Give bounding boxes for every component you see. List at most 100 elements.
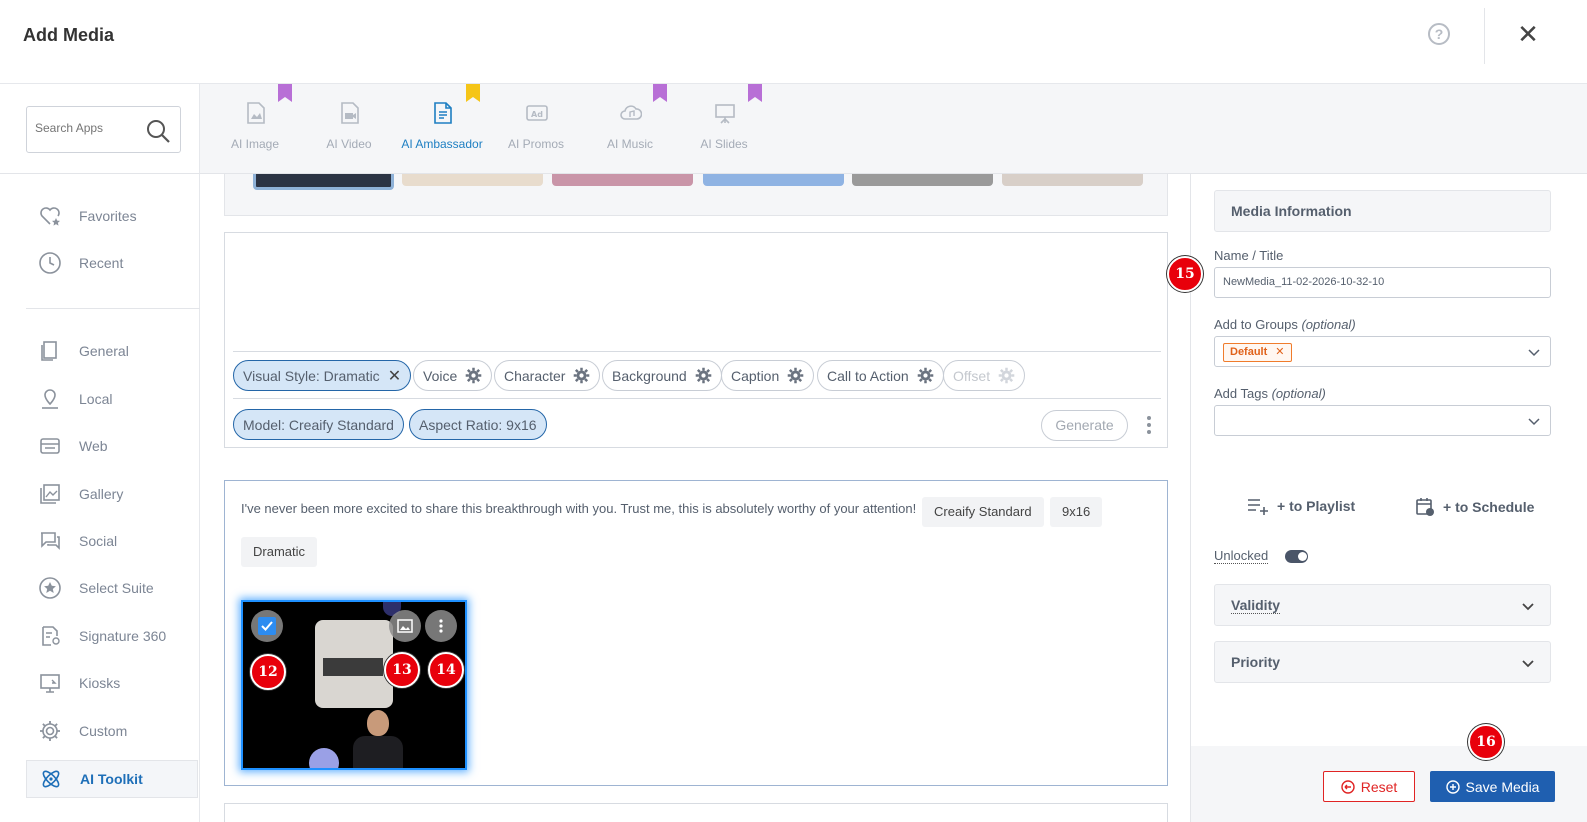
sidebar-item-signature-360[interactable]: Signature 360	[26, 617, 198, 655]
save-media-button[interactable]: Save Media	[1430, 771, 1555, 802]
ambassador-thumbnail[interactable]	[1002, 174, 1143, 186]
tab-label: AI Promos	[507, 137, 564, 151]
search-input[interactable]	[35, 121, 145, 135]
background-chip[interactable]: Background	[602, 360, 722, 391]
more-options-icon[interactable]	[1147, 416, 1151, 437]
aspect-ratio-chip[interactable]: Aspect Ratio: 9x16	[409, 409, 547, 440]
sidebar-item-label: General	[79, 343, 129, 359]
unlocked-toggle[interactable]	[1285, 550, 1308, 563]
character-chip[interactable]: Character	[494, 360, 601, 391]
offset-chip[interactable]: Offset	[943, 360, 1026, 391]
sidebar-item-label: Select Suite	[79, 580, 154, 596]
sidebar-item-recent[interactable]: Recent	[26, 244, 198, 282]
sidebar-item-social[interactable]: Social	[26, 522, 198, 560]
search-box[interactable]	[26, 106, 181, 153]
sidebar-item-custom[interactable]: Custom	[26, 712, 198, 750]
sidebar-item-label: AI Toolkit	[80, 771, 143, 787]
media-info-panel: Media Information Name / Title 15 Add to…	[1167, 174, 1587, 822]
tab-ai-promos[interactable]: Ad AI Promos	[489, 84, 583, 174]
tab-label: AI Ambassador	[401, 137, 483, 151]
sidebar-item-label: Gallery	[79, 486, 124, 502]
chip-label: Voice	[423, 367, 458, 384]
add-to-schedule-button[interactable]: + to Schedule	[1415, 497, 1534, 517]
checkbox-checked-icon	[258, 617, 276, 635]
name-title-label: Name / Title	[1214, 248, 1284, 263]
ambassador-thumbnail[interactable]	[703, 174, 844, 186]
generate-button[interactable]: Generate	[1041, 410, 1128, 441]
tab-ai-video[interactable]: AI Video	[302, 84, 396, 174]
help-circle-icon[interactable]: ?	[1428, 23, 1450, 45]
groups-select[interactable]: Default ✕	[1214, 336, 1551, 367]
sidebar-item-web[interactable]: Web	[26, 427, 198, 465]
ambassador-thumbnail[interactable]	[852, 174, 993, 186]
sidebar-item-gallery[interactable]: Gallery	[26, 475, 198, 513]
chat-icon	[38, 529, 62, 553]
star-circle-icon	[38, 576, 62, 600]
bookmark-icon	[653, 84, 667, 102]
call-to-action-chip[interactable]: Call to Action	[817, 360, 944, 391]
add-tags-label: Add Tags (optional)	[1214, 386, 1326, 401]
priority-section[interactable]: Priority	[1214, 641, 1551, 683]
sidebar-item-ai-toolkit[interactable]: AI Toolkit	[26, 760, 198, 798]
sidebar-item-label: Social	[79, 533, 118, 549]
sidebar-item-select-suite[interactable]: Select Suite	[26, 569, 198, 607]
gallery-icon	[38, 482, 62, 506]
divider	[233, 398, 1161, 399]
aspect-ratio-tag: 9x16	[1050, 497, 1103, 527]
tab-bar: AI Image AI Video AI Ambassador Ad AI Pr…	[200, 84, 1587, 174]
ambassador-thumbnail[interactable]	[552, 174, 693, 186]
sidebar-item-general[interactable]: General	[26, 332, 198, 370]
search-icon[interactable]	[145, 118, 171, 144]
gear-icon	[38, 719, 62, 743]
add-to-playlist-button[interactable]: + to Playlist	[1247, 497, 1355, 515]
chip-label: Background	[612, 367, 687, 384]
tab-label: AI Music	[606, 137, 653, 151]
reset-circle-icon	[1341, 779, 1355, 794]
annotation-badge: 12	[250, 654, 286, 690]
remove-tag-icon[interactable]: ✕	[1275, 346, 1284, 358]
atom-icon	[39, 767, 63, 791]
close-icon[interactable]: ✕	[1516, 21, 1540, 47]
tab-label: AI Video	[326, 137, 372, 151]
clock-icon	[38, 251, 62, 275]
model-chip[interactable]: Model: Creaify Standard	[233, 409, 404, 440]
name-title-input[interactable]	[1223, 276, 1543, 288]
visual-style-chip[interactable]: Visual Style: Dramatic ✕	[233, 360, 412, 391]
chip-label: Call to Action	[827, 367, 909, 384]
voice-chip[interactable]: Voice	[413, 360, 493, 391]
chevron-down-icon	[1522, 660, 1534, 668]
cloud-music-icon	[620, 105, 642, 120]
unlocked-label: Unlocked	[1214, 548, 1269, 564]
sidebar-item-label: Favorites	[79, 208, 137, 224]
media-information-header: Media Information	[1214, 190, 1551, 232]
main-content: Visual Style: Dramatic ✕ Voice Character…	[200, 174, 1190, 822]
name-title-field[interactable]	[1214, 267, 1551, 298]
model-tag: Creaify Standard	[922, 497, 1044, 527]
sidebar-item-label: Recent	[79, 255, 124, 271]
more-options-button[interactable]	[425, 610, 457, 642]
sidebar-item-kiosks[interactable]: Kiosks	[26, 664, 198, 702]
presenter-head	[367, 710, 389, 736]
sidebar-item-local[interactable]: Local	[26, 380, 198, 418]
select-checkbox[interactable]	[251, 610, 283, 642]
image-preview-button[interactable]	[389, 610, 421, 642]
group-tag[interactable]: Default ✕	[1223, 343, 1292, 362]
chevron-down-icon	[1522, 603, 1534, 611]
caption-chip[interactable]: Caption	[721, 360, 815, 391]
close-icon[interactable]: ✕	[388, 366, 401, 386]
kiosk-icon	[38, 671, 62, 695]
generated-video-thumbnail[interactable]: 12 13 14	[241, 600, 467, 770]
bookmark-icon	[278, 84, 292, 102]
chip-label: Model: Creaify Standard	[243, 416, 394, 433]
gear-icon	[574, 367, 590, 384]
gear-icon	[917, 367, 934, 384]
reset-button[interactable]: Reset	[1323, 771, 1415, 802]
validity-section[interactable]: Validity	[1214, 584, 1551, 626]
document-icon	[38, 339, 62, 363]
ambassador-thumbnail[interactable]	[402, 174, 543, 186]
divider	[26, 308, 200, 309]
sidebar-item-favorites[interactable]: Favorites	[26, 197, 198, 235]
more-vertical-icon	[439, 619, 443, 633]
ambassador-thumbnail[interactable]	[253, 174, 394, 190]
tags-select[interactable]	[1214, 405, 1551, 436]
